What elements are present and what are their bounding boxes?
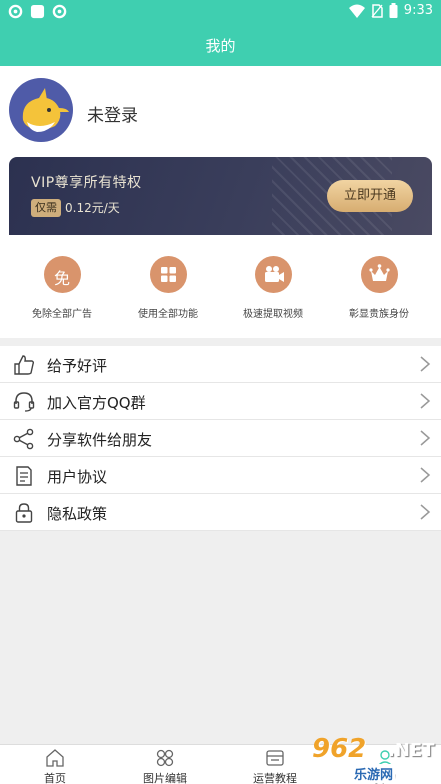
grid-icon	[149, 256, 187, 293]
lock-icon	[15, 503, 33, 523]
nav-home[interactable]: 首页	[10, 748, 100, 784]
watermark-net: .NET	[388, 740, 435, 761]
benefit-fast-video[interactable]: 极速提取视频	[218, 256, 328, 320]
menu-label: 给予好评	[47, 357, 108, 375]
menu-item-privacy[interactable]: 隐私政策	[0, 494, 441, 531]
benefit-all-features[interactable]: 使用全部功能	[113, 256, 223, 320]
login-status[interactable]: 未登录	[87, 101, 138, 126]
share-icon	[13, 428, 34, 450]
clock: 9:33	[403, 3, 433, 18]
menu-item-qq-group[interactable]: 加入官方QQ群	[0, 383, 441, 420]
menu-item-rate[interactable]: 给予好评	[0, 346, 441, 383]
chevron-right-icon	[420, 504, 431, 520]
menu-label: 用户协议	[47, 468, 108, 486]
square-notification-icon	[30, 4, 45, 19]
document-icon	[16, 466, 32, 486]
benefit-label: 使用全部功能	[138, 309, 198, 320]
notification-icons	[8, 4, 67, 19]
avatar[interactable]	[9, 78, 73, 142]
vip-open-button[interactable]: 立即开通	[327, 180, 413, 212]
watermark-number: 962	[312, 734, 367, 764]
benefit-label: 极速提取视频	[243, 309, 303, 320]
chevron-right-icon	[420, 393, 431, 409]
vip-card[interactable]: VIP尊享所有特权 仅需 0.12元/天 立即开通	[9, 157, 432, 235]
menu-label: 分享软件给朋友	[47, 431, 153, 449]
vip-benefits: 免 免除全部广告 使用全部功能 极速提取视频 彰显贵族身份	[0, 256, 441, 326]
menu-label: 隐私政策	[47, 505, 108, 523]
nav-label: 首页	[44, 772, 66, 784]
app-notification-icon	[8, 4, 23, 19]
chevron-right-icon	[420, 467, 431, 483]
vip-price-tag: 仅需	[31, 199, 61, 217]
menu-label: 加入官方QQ群	[47, 394, 146, 412]
benefit-noble-status[interactable]: 彰显贵族身份	[324, 256, 434, 320]
no-sim-icon	[371, 3, 383, 18]
watermark-site-name: 乐游网	[352, 764, 396, 783]
nav-label: 图片编辑	[143, 772, 187, 784]
title-bar: 我的	[0, 24, 441, 66]
app-notification-icon	[52, 4, 67, 19]
settings-menu: 给予好评 加入官方QQ群 分享软件给朋友 用户协议 隐私政策	[0, 346, 441, 531]
page-title: 我的	[205, 37, 236, 55]
vip-title: VIP尊享所有特权	[31, 175, 142, 191]
wifi-icon	[348, 4, 365, 18]
headset-icon	[13, 392, 35, 412]
video-camera-icon	[254, 256, 292, 293]
nav-image-edit[interactable]: 图片编辑	[120, 748, 210, 784]
benefit-label: 免除全部广告	[32, 309, 92, 320]
crown-icon	[360, 256, 398, 293]
chevron-right-icon	[420, 356, 431, 372]
vip-price: 0.12元/天	[65, 201, 120, 215]
thumbs-up-icon	[14, 355, 35, 375]
tutorial-icon	[266, 750, 284, 766]
image-edit-icon	[156, 749, 174, 767]
menu-item-share[interactable]: 分享软件给朋友	[0, 420, 441, 457]
home-icon	[46, 749, 64, 767]
chevron-right-icon	[420, 430, 431, 446]
benefit-label: 彰显贵族身份	[349, 309, 409, 320]
profile-section: 未登录 VIP尊享所有特权 仅需 0.12元/天 立即开通 免 免除全部广告 使…	[0, 66, 441, 338]
watermark-logo: 962 .NET 乐游网	[306, 734, 441, 784]
dolphin-avatar-icon	[22, 88, 69, 132]
free-icon-glyph: 免	[53, 269, 70, 288]
menu-item-user-agreement[interactable]: 用户协议	[0, 457, 441, 494]
status-bar: 9:33	[0, 0, 441, 24]
benefit-no-ads[interactable]: 免 免除全部广告	[7, 256, 117, 320]
free-icon: 免	[43, 256, 81, 293]
battery-icon	[389, 3, 398, 18]
